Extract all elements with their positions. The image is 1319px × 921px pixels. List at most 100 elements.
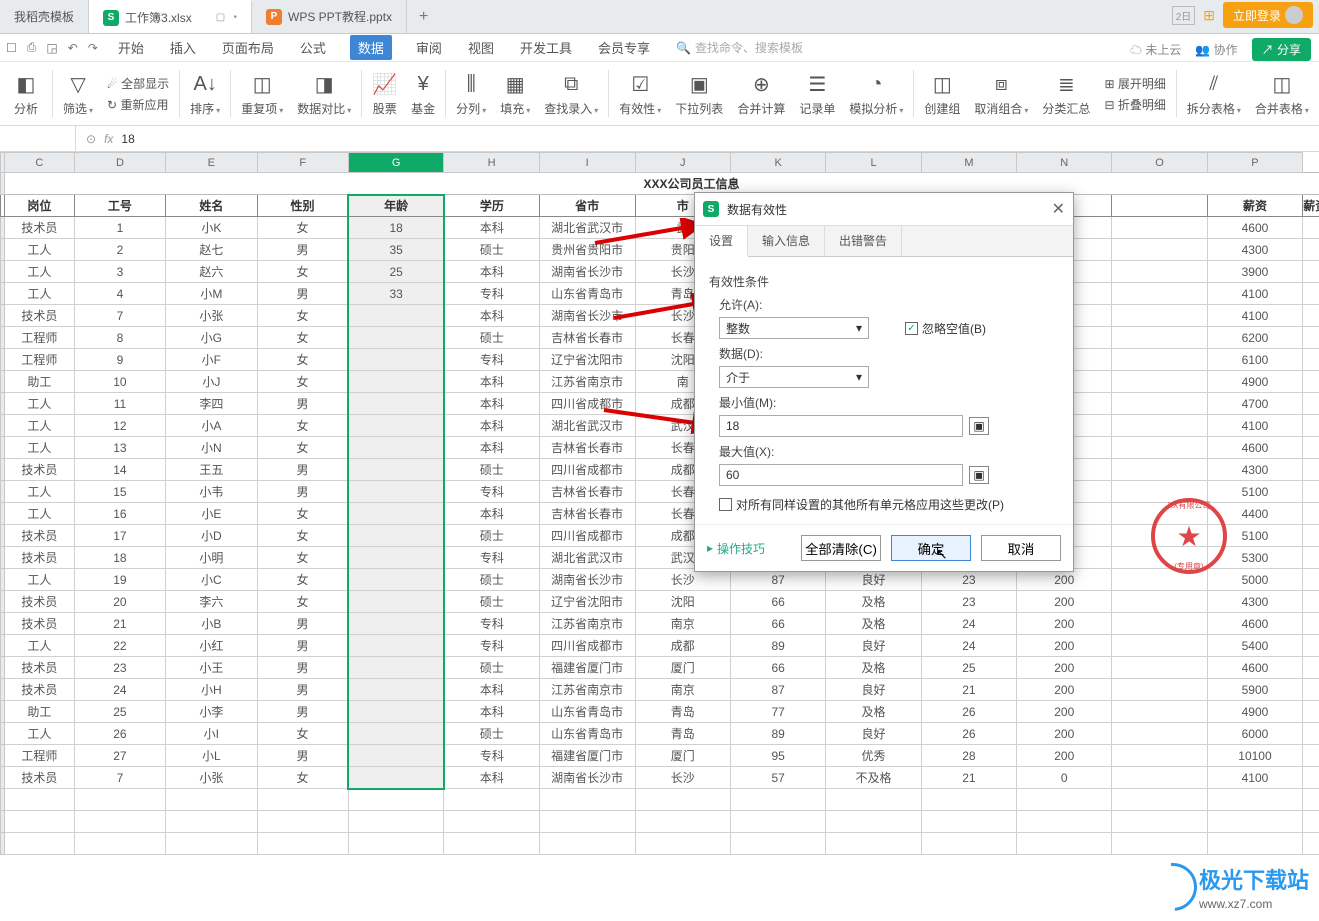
dialog-tab-input[interactable]: 输入信息 — [748, 226, 825, 256]
ribbon-subtotal[interactable]: ≣分类汇总 — [1036, 64, 1096, 123]
document-tab-bar: 我稻壳模板 S 工作簿3.xlsx ▢ • P WPS PPT教程.pptx + — [0, 0, 1319, 34]
ribbon-validity[interactable]: ☑有效性▾ — [613, 64, 667, 123]
min-label: 最小值(M): — [719, 394, 1059, 411]
ribbon-fill[interactable]: ▦填充▾ — [494, 64, 536, 123]
menu-items: 开始 插入 页面布局 公式 数据 审阅 视图 开发工具 会员专享 — [116, 35, 652, 60]
menu-view[interactable]: 视图 — [466, 35, 496, 60]
badge-1: 2日 — [1172, 6, 1196, 25]
spreadsheet-grid[interactable]: CDEFGHIJKLMNOPXXX公司员工信息岗位工号姓名性别年龄学历省市市薪资… — [0, 152, 1319, 914]
tab-label: WPS PPT教程.pptx — [288, 8, 392, 25]
right-toolbar: ☁ 未上云 👥 协作 ↗ 分享 — [1130, 38, 1311, 61]
range-picker-icon[interactable]: ▣ — [969, 466, 989, 484]
max-label: 最大值(X): — [719, 443, 1059, 460]
undo-icon[interactable]: ↶ — [68, 41, 78, 55]
menu-dev[interactable]: 开发工具 — [518, 35, 574, 60]
tab-indicator-icon: ▢ • — [216, 12, 237, 23]
ribbon-collapse[interactable]: ⊟ 折叠明细 — [1104, 96, 1165, 113]
menu-formula[interactable]: 公式 — [298, 35, 328, 60]
menu-bar: ☐ ⎙ ◲ ↶ ↷ 开始 插入 页面布局 公式 数据 审阅 视图 开发工具 会员… — [0, 34, 1319, 62]
formula-bar: ⊙ fx 18 — [0, 126, 1319, 152]
data-op-select[interactable]: 介于▾ — [719, 366, 869, 388]
search-icon: 🔍 — [676, 41, 691, 55]
dialog-body: 有效性条件 允许(A): 整数▾ ✓忽略空值(B) 数据(D): 介于▾ 最小值… — [695, 257, 1073, 524]
menu-start[interactable]: 开始 — [116, 35, 146, 60]
ribbon-consolidate[interactable]: ⊕合并计算 — [731, 64, 791, 123]
ribbon-stock[interactable]: 📈股票 — [366, 64, 403, 123]
checkbox-checked-icon: ✓ — [905, 322, 918, 335]
ribbon-reapply[interactable]: ↻ 重新应用 — [107, 96, 169, 113]
min-input[interactable]: 18 — [719, 415, 963, 437]
avatar-icon — [1285, 6, 1303, 24]
dialog-titlebar[interactable]: S 数据有效性 ✕ — [695, 193, 1073, 226]
presentation-icon: P — [266, 9, 282, 25]
company-seal-stamp: ★ XX有限公司 (专用章) — [1151, 498, 1227, 574]
name-box[interactable] — [0, 126, 76, 151]
dialog-tab-settings[interactable]: 设置 — [695, 226, 748, 257]
tab-ppt[interactable]: P WPS PPT教程.pptx — [252, 0, 407, 33]
chevron-down-icon: ▾ — [856, 370, 862, 384]
section-title: 有效性条件 — [709, 273, 1059, 290]
ribbon-group[interactable]: ◫创建组 — [918, 64, 966, 123]
cursor-icon: ↖ — [936, 546, 948, 563]
ignore-blank-checkbox[interactable]: ✓忽略空值(B) — [905, 320, 986, 337]
zoom-icon[interactable]: ⊙ — [86, 132, 96, 146]
redo-icon[interactable]: ↷ — [88, 41, 98, 55]
ribbon-mergetbl[interactable]: ◫合并表格▾ — [1249, 64, 1315, 123]
close-icon[interactable]: ✕ — [1052, 199, 1065, 219]
ribbon-split[interactable]: ⫼分列▾ — [450, 64, 492, 123]
ribbon-dropdown[interactable]: ▣下拉列表 — [669, 64, 729, 123]
allow-select[interactable]: 整数▾ — [719, 317, 869, 339]
allow-label: 允许(A): — [719, 296, 1059, 313]
formula-value[interactable]: 18 — [121, 132, 134, 146]
ribbon-sort[interactable]: A↓排序▾ — [184, 64, 226, 123]
ribbon-dup[interactable]: ◫重复项▾ — [235, 64, 289, 123]
ribbon-record[interactable]: ☰记录单 — [793, 64, 841, 123]
ribbon-analysis[interactable]: ◧分析 — [4, 64, 48, 123]
ribbon-ungroup[interactable]: ⧈取消组合▾ — [968, 64, 1034, 123]
max-input[interactable]: 60 — [719, 464, 963, 486]
star-icon: ★ — [1176, 520, 1201, 553]
ribbon-fund[interactable]: ¥基金 — [405, 64, 441, 123]
quick-access: ☐ ⎙ ◲ ↶ ↷ — [6, 40, 112, 55]
print-icon[interactable]: ⎙ — [27, 40, 37, 55]
apps-icon[interactable]: ⊞ — [1203, 7, 1215, 24]
ribbon-expand[interactable]: ⊞ 展开明细 — [1104, 75, 1165, 92]
tab-workbook[interactable]: S 工作簿3.xlsx ▢ • — [89, 0, 252, 33]
tab-dockemp[interactable]: 我稻壳模板 — [0, 0, 89, 33]
menu-insert[interactable]: 插入 — [168, 35, 198, 60]
menu-data[interactable]: 数据 — [350, 35, 392, 60]
preview-icon[interactable]: ◲ — [46, 41, 57, 55]
menu-review[interactable]: 审阅 — [414, 35, 444, 60]
tab-label: 工作簿3.xlsx — [125, 9, 192, 26]
fx-icon[interactable]: fx — [104, 132, 113, 146]
coop-button[interactable]: 👥 协作 — [1195, 41, 1237, 58]
cancel-button[interactable]: 取消 — [981, 535, 1061, 561]
ribbon-whatif[interactable]: ◔模拟分析▾ — [843, 64, 909, 123]
share-button[interactable]: ↗ 分享 — [1252, 38, 1311, 61]
clear-all-button[interactable]: 全部清除(C) — [801, 535, 881, 561]
tips-link[interactable]: ▸操作技巧 — [707, 535, 765, 561]
ribbon-splittbl[interactable]: ⫽拆分表格▾ — [1181, 64, 1247, 123]
logo-name: 极光下载站 — [1199, 863, 1309, 895]
logo-url: www.xz7.com — [1199, 897, 1309, 911]
login-button[interactable]: 立即登录 — [1223, 2, 1313, 28]
dialog-title: 数据有效性 — [727, 201, 787, 218]
dialog-tabs: 设置 输入信息 出错警告 — [695, 226, 1073, 257]
new-tab-button[interactable]: + — [407, 0, 440, 33]
ribbon-findentry[interactable]: ⧉查找录入▾ — [538, 64, 604, 123]
dialog-app-icon: S — [703, 201, 719, 217]
cloud-status[interactable]: ☁ 未上云 — [1130, 41, 1181, 58]
save-icon[interactable]: ☐ — [6, 41, 17, 55]
range-picker-icon[interactable]: ▣ — [969, 417, 989, 435]
dialog-tab-error[interactable]: 出错警告 — [825, 226, 902, 256]
menu-vip[interactable]: 会员专享 — [596, 35, 652, 60]
data-validation-dialog: S 数据有效性 ✕ 设置 输入信息 出错警告 有效性条件 允许(A): 整数▾ … — [694, 192, 1074, 572]
apply-all-checkbox[interactable]: 对所有同样设置的其他所有单元格应用这些更改(P) — [719, 496, 1004, 513]
menu-layout[interactable]: 页面布局 — [220, 35, 276, 60]
ribbon-compare[interactable]: ◨数据对比▾ — [291, 64, 357, 123]
command-search[interactable]: 🔍 查找命令、搜索模板 — [676, 39, 803, 56]
ribbon-showall[interactable]: ☄ 全部显示 — [107, 75, 169, 92]
site-watermark: 极光下载站 www.xz7.com — [1139, 857, 1319, 917]
ok-button[interactable]: 确定↖ — [891, 535, 971, 561]
ribbon-filter[interactable]: ▽筛选▾ — [57, 64, 99, 123]
